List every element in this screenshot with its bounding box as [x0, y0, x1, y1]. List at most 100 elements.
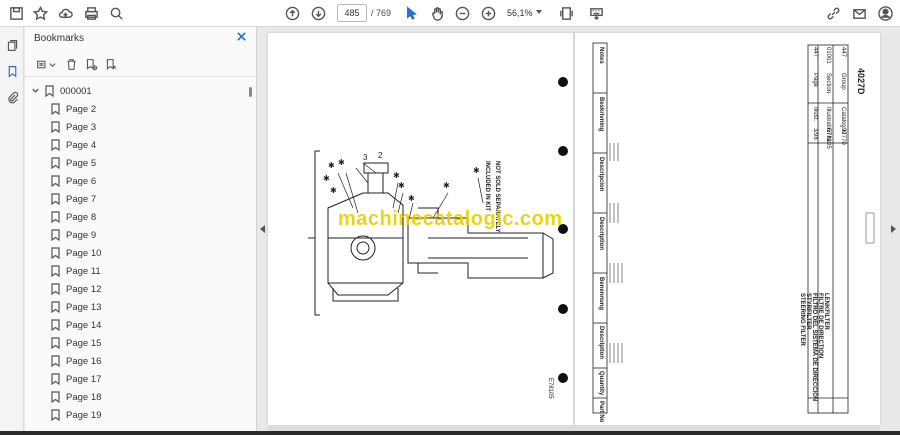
print-icon[interactable] [81, 3, 101, 23]
svg-text:✱: ✱ [323, 174, 330, 183]
bookmark-label: Page 14 [66, 319, 102, 331]
info-label-page: Page [812, 73, 818, 88]
star-icon[interactable] [30, 3, 50, 23]
svg-text:✱: ✱ [330, 186, 337, 195]
bookmark-list: 000001 Page 2 Page 3 Page 4 Page 5 Page … [25, 79, 245, 435]
bookmark-label: Page 13 [66, 301, 102, 313]
bookmark-label: Page 18 [66, 391, 102, 403]
bookmark-label: Page 2 [66, 103, 97, 115]
bookmarks-panel: Bookmarks 000001 Page 2 Page 3 Page 4 Pa… [25, 27, 257, 435]
bookmark-scrollbar[interactable] [247, 79, 255, 435]
account-icon[interactable] [875, 3, 895, 23]
bookmark-root[interactable]: 000001 [31, 83, 92, 99]
hand-tool-icon[interactable] [427, 3, 447, 23]
select-cursor-icon[interactable] [401, 3, 421, 23]
info-value-illust: 3/98 [812, 128, 818, 140]
model-code: 4027D [856, 68, 866, 95]
info-label-illust: Illust. [812, 107, 818, 122]
bookmark-item[interactable]: Page 12 [51, 281, 101, 297]
bookmark-item[interactable]: Page 5 [51, 155, 96, 171]
thumbnails-icon[interactable] [4, 37, 20, 53]
bookmark-item[interactable]: Page 4 [51, 137, 96, 153]
bookmark-label: Page 16 [66, 355, 102, 367]
close-icon[interactable] [236, 31, 248, 43]
delete-icon[interactable] [63, 56, 79, 72]
bookmark-item[interactable]: Page 6 [51, 173, 96, 189]
fit-page-icon[interactable] [556, 3, 576, 23]
bookmark-icon [51, 283, 60, 296]
bookmark-label: Page 12 [66, 283, 102, 295]
title-line-4: STYRFILTER [805, 293, 811, 330]
zoom-dropdown-icon[interactable] [536, 10, 542, 14]
svg-text:3: 3 [363, 153, 368, 162]
page-number-input[interactable]: 485 [337, 4, 367, 22]
svg-text:✱: ✱ [338, 158, 345, 167]
col-header-part-no: Part No [598, 401, 604, 423]
collapse-panel-icon[interactable] [260, 225, 265, 233]
col-header-description: Description [598, 326, 604, 360]
bookmark-label: Page 7 [66, 193, 97, 205]
bookmark-label: Page 3 [66, 121, 97, 133]
bookmark-icon [51, 373, 60, 386]
chevron-down-icon[interactable] [31, 86, 41, 96]
bookmark-item[interactable]: Page 7 [51, 191, 96, 207]
zoom-search-icon[interactable] [106, 3, 126, 23]
info-value-illustration: E78105 [825, 128, 831, 149]
bookmark-icon [51, 139, 60, 152]
zoom-in-icon[interactable] [478, 3, 498, 23]
bookmark-item[interactable]: Page 16 [51, 353, 101, 369]
page-up-icon[interactable] [282, 3, 302, 23]
page-total-label: / 769 [371, 8, 392, 18]
bookmark-properties-icon[interactable] [103, 56, 119, 72]
bookmarks-icon[interactable] [4, 63, 20, 79]
bookmark-icon [51, 175, 60, 188]
col-header-beskrivning: Beskrivning [598, 97, 604, 132]
title-line-3: FILTRO DEL SISTEMA DE DIRECCION [811, 293, 817, 402]
add-bookmark-icon[interactable] [83, 56, 99, 72]
figure-number: E78105 [547, 378, 553, 399]
page-down-icon[interactable] [308, 3, 328, 23]
bookmark-icon [51, 301, 60, 314]
note-included: INCLUDED IN KIT [484, 161, 490, 211]
bookmark-icon [51, 391, 60, 404]
col-header-description-fr: Description [598, 217, 604, 251]
bookmark-item[interactable]: Page 11 [51, 263, 101, 279]
bookmark-label: Page 15 [66, 337, 102, 349]
keyboard-icon[interactable] [586, 3, 606, 23]
info-value-section: 01001 [825, 47, 831, 64]
bookmark-icon [51, 265, 60, 278]
email-icon[interactable] [849, 3, 869, 23]
bookmark-label: Page 11 [66, 265, 101, 277]
bookmark-item[interactable]: Page 3 [51, 119, 96, 135]
bookmark-item[interactable]: Page 13 [51, 299, 101, 315]
link-share-icon[interactable] [823, 3, 843, 23]
attachments-icon[interactable] [4, 89, 20, 105]
col-header-descripcion: Descripcion [598, 157, 604, 192]
bookmark-item[interactable]: Page 15 [51, 335, 101, 351]
scroll-thumb[interactable] [249, 87, 252, 97]
info-label-section: Section [825, 73, 831, 94]
expand-right-panel-icon[interactable] [891, 225, 896, 233]
bookmark-label: Page 5 [66, 157, 97, 169]
bookmark-icon [45, 85, 54, 98]
bookmark-item[interactable]: Page 18 [51, 389, 101, 405]
bookmark-item[interactable]: Page 2 [51, 101, 96, 117]
bookmark-label: Page 4 [66, 139, 97, 151]
bookmark-item[interactable]: Page 14 [51, 317, 101, 333]
bookmark-item[interactable]: Page 9 [51, 227, 96, 243]
bookmark-icon [51, 157, 60, 170]
svg-text:✱: ✱ [443, 181, 450, 190]
col-header-benennung: Benennung [598, 277, 604, 310]
zoom-out-icon[interactable] [452, 3, 472, 23]
watermark-text: machinecatalogic.com [338, 208, 563, 230]
bookmark-item[interactable]: Page 10 [51, 245, 101, 261]
bookmark-item[interactable]: Page 19 [51, 407, 101, 423]
chevron-down-icon[interactable] [48, 56, 56, 72]
save-icon[interactable] [6, 3, 26, 23]
bookmark-item[interactable]: Page 17 [51, 371, 101, 387]
cloud-upload-icon[interactable] [55, 3, 75, 23]
svg-text:✱: ✱ [398, 181, 405, 190]
svg-text:✱: ✱ [328, 161, 335, 170]
bookmark-item[interactable]: Page 8 [51, 209, 96, 225]
title-line-1: LENKFILTER [823, 293, 829, 330]
